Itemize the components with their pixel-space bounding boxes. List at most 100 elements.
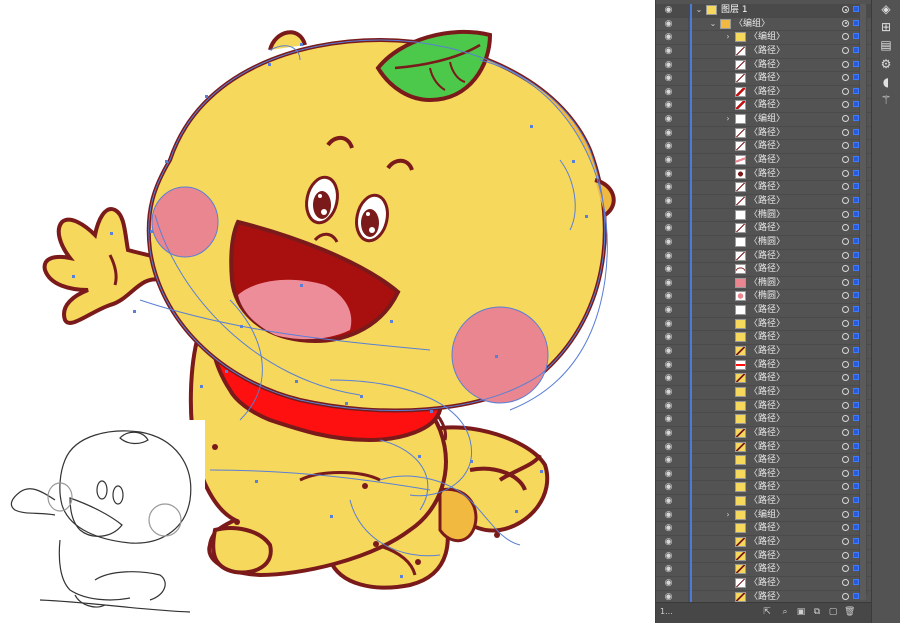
eye-icon[interactable]: ◉ bbox=[663, 401, 674, 411]
layer-name[interactable]: 〈路径〉 bbox=[749, 400, 785, 412]
target-icon[interactable] bbox=[842, 333, 849, 341]
eye-icon[interactable]: ◉ bbox=[663, 469, 674, 479]
layer-row-item[interactable]: ◉ 〈路径〉 bbox=[656, 372, 871, 386]
layer-row-item[interactable]: ◉ 〈路径〉 bbox=[656, 576, 871, 591]
target-icon[interactable] bbox=[842, 319, 849, 327]
target-icon[interactable] bbox=[842, 46, 849, 54]
lock-toggle[interactable] bbox=[676, 44, 689, 58]
layer-name[interactable]: 〈路径〉 bbox=[749, 154, 785, 166]
eye-icon[interactable]: ◉ bbox=[663, 510, 674, 520]
layer-name[interactable]: 〈路径〉 bbox=[749, 413, 785, 425]
layer-row-item[interactable]: ◉ 〈路径〉 bbox=[656, 535, 871, 550]
layer-row-item[interactable]: ◉ 〈路径〉 bbox=[656, 85, 871, 100]
target-icon[interactable] bbox=[842, 224, 849, 232]
target-icon[interactable] bbox=[842, 19, 849, 27]
layer-row-item[interactable]: ◉ 〈路径〉 bbox=[656, 331, 871, 346]
layer-row-item[interactable]: ◉ 〈路径〉 bbox=[656, 99, 871, 114]
layer-name[interactable]: 〈路径〉 bbox=[749, 454, 785, 466]
target-icon[interactable] bbox=[842, 183, 849, 191]
lock-toggle[interactable] bbox=[676, 563, 689, 577]
lock-toggle[interactable] bbox=[676, 181, 689, 195]
target-icon[interactable] bbox=[842, 565, 849, 573]
layer-name[interactable]: 〈路径〉 bbox=[749, 99, 785, 111]
layer-name[interactable]: 〈路径〉 bbox=[749, 304, 785, 316]
eye-icon[interactable]: ◉ bbox=[663, 278, 674, 288]
eye-icon[interactable]: ◉ bbox=[663, 482, 674, 492]
lock-toggle[interactable] bbox=[676, 413, 689, 427]
eye-icon[interactable]: ◉ bbox=[663, 346, 674, 356]
document-icon[interactable]: ▤ bbox=[876, 36, 896, 54]
target-icon[interactable] bbox=[842, 210, 849, 218]
layer-row-item[interactable]: ◉ › 〈编组〉 bbox=[656, 31, 871, 45]
new-layer-icon[interactable]: ▢ bbox=[828, 607, 838, 617]
layer-name[interactable]: 〈编组〉 bbox=[749, 113, 785, 125]
target-icon[interactable] bbox=[842, 251, 849, 259]
layer-name[interactable]: 〈路径〉 bbox=[749, 591, 785, 603]
target-icon[interactable] bbox=[842, 60, 849, 68]
layer-name[interactable]: 〈路径〉 bbox=[749, 427, 785, 439]
eye-icon[interactable]: ◉ bbox=[663, 100, 674, 110]
layer-row-item[interactable]: ◉ 〈路径〉 bbox=[656, 358, 871, 373]
layer-name[interactable]: 〈路径〉 bbox=[749, 195, 785, 207]
target-icon[interactable] bbox=[842, 6, 849, 13]
target-icon[interactable] bbox=[842, 237, 849, 245]
layer-row-item[interactable]: ◉ 〈路径〉 bbox=[656, 194, 871, 209]
layer-name[interactable]: 〈路径〉 bbox=[749, 495, 785, 507]
target-icon[interactable] bbox=[842, 374, 849, 382]
layer-name[interactable]: 〈椭圆〉 bbox=[749, 236, 785, 248]
eye-icon[interactable]: ◉ bbox=[663, 196, 674, 206]
layer-name[interactable]: 〈路径〉 bbox=[749, 345, 785, 357]
lock-toggle[interactable] bbox=[676, 4, 689, 17]
target-icon[interactable] bbox=[842, 428, 849, 436]
layer-row-item[interactable]: ◉ 〈路径〉 bbox=[656, 181, 871, 195]
layer-row-item[interactable]: ◉ 〈路径〉 bbox=[656, 126, 871, 141]
lock-toggle[interactable] bbox=[676, 481, 689, 495]
eye-icon[interactable]: ◉ bbox=[663, 428, 674, 438]
layer-name[interactable]: 〈路径〉 bbox=[749, 372, 785, 384]
layer-row-item[interactable]: ◉ 〈路径〉 bbox=[656, 249, 871, 264]
target-icon[interactable] bbox=[842, 33, 849, 41]
target-icon[interactable] bbox=[842, 360, 849, 368]
eye-icon[interactable]: ◉ bbox=[663, 551, 674, 561]
chevron-right-icon[interactable]: › bbox=[723, 31, 733, 43]
layer-name[interactable]: 〈路径〉 bbox=[749, 468, 785, 480]
layer-row-item[interactable]: ◉ 〈路径〉 bbox=[656, 440, 871, 455]
eye-icon[interactable]: ◉ bbox=[663, 414, 674, 424]
lock-toggle[interactable] bbox=[676, 167, 689, 181]
scrollbar-thumb[interactable] bbox=[860, 4, 866, 600]
target-icon[interactable] bbox=[842, 469, 849, 477]
target-icon[interactable] bbox=[842, 278, 849, 286]
lock-toggle[interactable] bbox=[676, 290, 689, 304]
layer-row-item[interactable]: ◉ 〈路径〉 bbox=[656, 58, 871, 73]
lock-toggle[interactable] bbox=[676, 154, 689, 168]
locate-object-icon[interactable]: ⌕ bbox=[780, 607, 790, 617]
artboard-canvas[interactable] bbox=[0, 0, 655, 623]
export-icon[interactable]: ⇱ bbox=[762, 607, 772, 617]
target-icon[interactable] bbox=[842, 497, 849, 505]
target-icon[interactable] bbox=[842, 292, 849, 300]
eye-icon[interactable]: ◉ bbox=[663, 264, 674, 274]
eye-icon[interactable]: ◉ bbox=[663, 237, 674, 247]
layer-name[interactable]: 图层 1 bbox=[721, 4, 748, 16]
layer-row-item[interactable]: ◉ 〈路径〉 bbox=[656, 481, 871, 496]
lock-toggle[interactable] bbox=[676, 304, 689, 318]
layer-name[interactable]: 〈椭圆〉 bbox=[749, 290, 785, 302]
layer-name[interactable]: 〈路径〉 bbox=[749, 45, 785, 57]
target-icon[interactable] bbox=[842, 347, 849, 355]
layer-row-item[interactable]: ◉ 〈路径〉 bbox=[656, 426, 871, 441]
layer-row-item[interactable]: ◉ 〈路径〉 bbox=[656, 454, 871, 468]
target-icon[interactable] bbox=[842, 578, 849, 586]
eye-icon[interactable]: ◉ bbox=[663, 114, 674, 124]
eye-icon[interactable]: ◉ bbox=[663, 578, 674, 588]
target-icon[interactable] bbox=[842, 442, 849, 450]
layer-row-item[interactable]: ◉ 〈椭圆〉 bbox=[656, 208, 871, 223]
new-sublayer-icon[interactable]: ⧉ bbox=[812, 607, 822, 617]
layer-row-item[interactable]: ◉ 〈路径〉 bbox=[656, 72, 871, 86]
lock-toggle[interactable] bbox=[676, 358, 689, 372]
eye-icon[interactable]: ◉ bbox=[663, 332, 674, 342]
lock-toggle[interactable] bbox=[676, 222, 689, 236]
lock-toggle[interactable] bbox=[676, 208, 689, 222]
eye-icon[interactable]: ◉ bbox=[663, 155, 674, 165]
lock-toggle[interactable] bbox=[676, 194, 689, 208]
layer-name[interactable]: 〈路径〉 bbox=[749, 441, 785, 453]
